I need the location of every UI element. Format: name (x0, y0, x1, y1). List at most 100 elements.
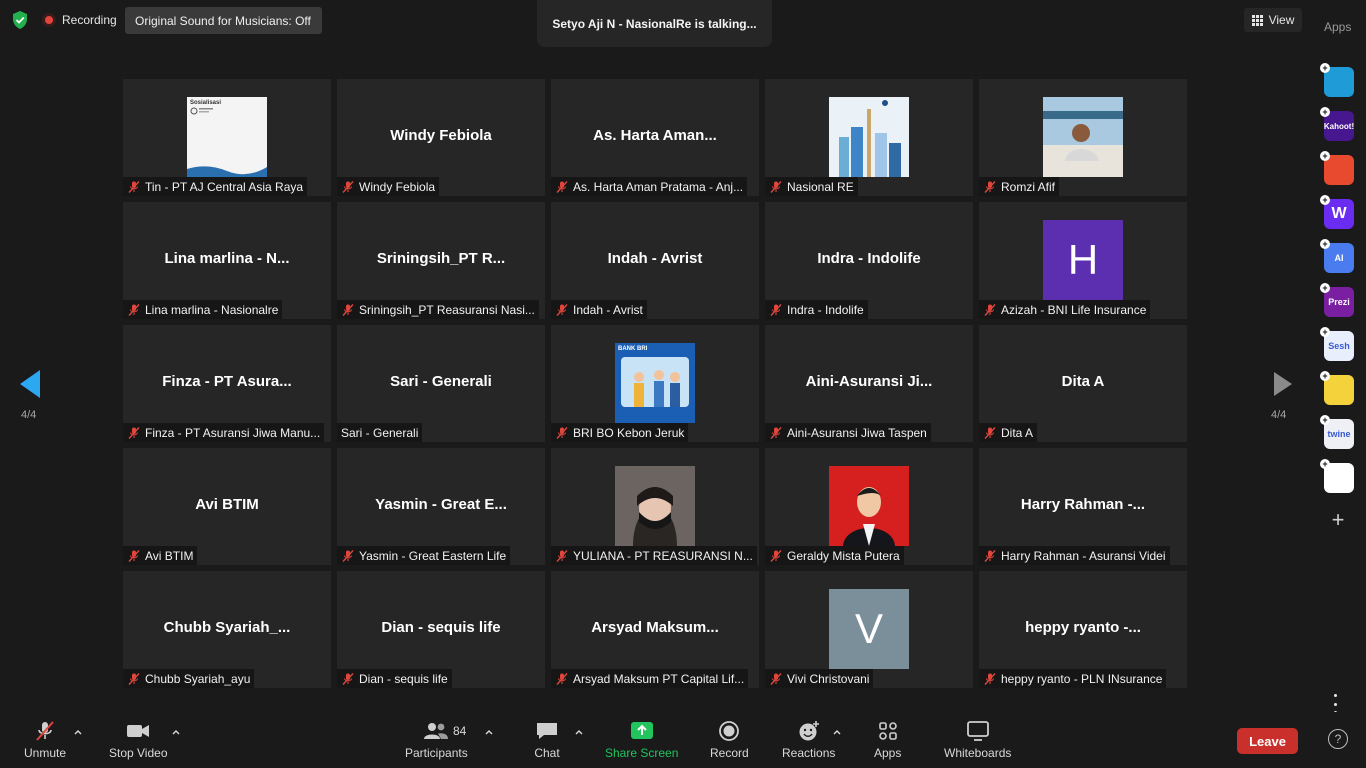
chat-label: Chat (534, 746, 560, 760)
participant-name-text: Vivi Christovani (787, 671, 870, 686)
participant-name-text: Indra - Indolife (787, 302, 864, 317)
chat-button[interactable]: Chat (534, 716, 560, 760)
apps-button[interactable]: Apps (874, 716, 901, 760)
avatar: V (829, 589, 909, 669)
previous-page-arrow-icon[interactable] (12, 364, 52, 404)
participant-name-label: Geraldy Mista Putera (765, 546, 904, 565)
participant-tile[interactable]: Sriningsih_PT R... Sriningsih_PT Reasuran… (337, 202, 545, 319)
participant-tile[interactable]: Romzi Afif (979, 79, 1187, 196)
record-button[interactable]: Record (710, 716, 749, 760)
prezi-app-icon[interactable]: + Prezi (1320, 283, 1354, 317)
add-badge-icon: + (1320, 107, 1330, 117)
audio-options-caret-icon[interactable] (73, 727, 83, 737)
image-caption: Sosialisasi (190, 100, 222, 106)
microphone-muted-icon (984, 672, 996, 685)
reactions-button[interactable]: Reactions (782, 716, 835, 760)
participant-tile[interactable]: BANK BRI BRI BO Kebon Jeruk (551, 325, 759, 442)
participant-name-text: YULIANA - PT REASURANSI N... (573, 548, 753, 563)
participant-name-label: Dita A (979, 423, 1038, 442)
participant-tile[interactable]: Nasional RE (765, 79, 973, 196)
microphone-muted-icon (342, 672, 354, 685)
participant-display-name: Indah - Avrist (607, 250, 703, 267)
recording-indicator[interactable]: Recording (42, 10, 117, 30)
participant-display-name: Indra - Indolife (817, 250, 921, 267)
participant-name-text: Dita A (1001, 425, 1034, 440)
leave-button[interactable]: Leave (1237, 728, 1298, 754)
whiteboards-button[interactable]: Whiteboards (944, 716, 1011, 760)
participants-options-caret-icon[interactable] (484, 727, 494, 737)
security-shield-icon[interactable] (10, 10, 30, 30)
wooclap-app-icon[interactable]: + W (1320, 195, 1354, 229)
participant-tile[interactable]: Harry Rahman -... Harry Rahman - Asuransi… (979, 448, 1187, 565)
microphone-muted-icon (556, 180, 568, 193)
participants-icon (424, 723, 449, 739)
participant-tile[interactable]: Chubb Syariah_... Chubb Syariah_ayu (123, 571, 331, 688)
participant-tile[interactable]: Yasmin - Great E... Yasmin - Great Easter… (337, 448, 545, 565)
participant-tile[interactable]: Indra - Indolife Indra - Indolife (765, 202, 973, 319)
stop-video-button[interactable]: Stop Video (109, 716, 168, 760)
microphone-muted-icon (128, 549, 140, 562)
mosaic-app-icon[interactable]: + (1320, 459, 1354, 493)
original-sound-toggle[interactable]: Original Sound for Musicians: Off (125, 7, 322, 34)
apps-rail-label: Apps (1324, 20, 1352, 34)
participant-name-label: Sari - Generali (337, 423, 423, 442)
more-options-icon[interactable] (1332, 694, 1338, 714)
profile-photo (1043, 97, 1123, 177)
participant-name-text: Lina marlina - Nasionalre (145, 302, 279, 317)
add-badge-icon: + (1320, 63, 1330, 73)
participant-tile[interactable]: H Azizah - BNI Life Insurance (979, 202, 1187, 319)
participant-name-text: Finza - PT Asuransi Jiwa Manu... (145, 425, 321, 440)
chat-options-caret-icon[interactable] (574, 727, 584, 737)
participant-name-text: Aini-Asuransi Jiwa Taspen (787, 425, 927, 440)
microphone-muted-icon (770, 672, 782, 685)
avatar: H (1043, 220, 1123, 300)
unmute-button[interactable]: Unmute (24, 716, 66, 760)
participants-button[interactable]: Participants (405, 716, 468, 760)
participant-name-text: Geraldy Mista Putera (787, 548, 900, 563)
participant-name-label: Arsyad Maksum PT Capital Lif... (551, 669, 749, 688)
participant-name-text: Azizah - BNI Life Insurance (1001, 302, 1147, 317)
participant-tile[interactable]: As. Harta Aman... As. Harta Aman Pratama … (551, 79, 759, 196)
participant-name-text: heppy ryanto - PLN INsurance (1001, 671, 1163, 686)
participants-count: 84 (453, 724, 467, 738)
participant-tile[interactable]: Aini-Asuransi Ji... Aini-Asuransi Jiwa Ta… (765, 325, 973, 442)
participant-tile[interactable]: Lina marlina - N... Lina marlina - Nasion… (123, 202, 331, 319)
participant-name-text: Yasmin - Great Eastern Life (359, 548, 507, 563)
emoji-app-icon[interactable]: + (1320, 371, 1354, 405)
arrow-app-icon[interactable]: + (1320, 63, 1354, 97)
participant-name-text: Tin - PT AJ Central Asia Raya (145, 179, 304, 194)
participant-tile[interactable]: Dian - sequis life Dian - sequis life (337, 571, 545, 688)
participant-tile[interactable]: heppy ryanto -... heppy ryanto - PLN INsu… (979, 571, 1187, 688)
participant-tile[interactable]: Sosialisasi Tin - PT AJ Central Asia Raya (123, 79, 331, 196)
participant-tile[interactable]: Avi BTIM Avi BTIM (123, 448, 331, 565)
participant-tile[interactable]: Geraldy Mista Putera (765, 448, 973, 565)
microphone-muted-icon (984, 549, 996, 562)
reactions-options-caret-icon[interactable] (832, 727, 842, 737)
participant-tile[interactable]: Finza - PT Asura... Finza - PT Asuransi J… (123, 325, 331, 442)
participant-tile[interactable]: Windy Febiola Windy Febiola (337, 79, 545, 196)
add-app-icon[interactable]: + (1327, 509, 1349, 531)
ai-app-icon[interactable]: + AI (1320, 239, 1354, 273)
reactions-label: Reactions (782, 746, 836, 760)
participant-name-label: Romzi Afif (979, 177, 1060, 196)
participant-tile[interactable]: Dita A Dita A (979, 325, 1187, 442)
view-button[interactable]: View (1244, 8, 1302, 32)
participant-tile[interactable]: YULIANA - PT REASURANSI N... (551, 448, 759, 565)
next-page-arrow-icon[interactable] (1262, 364, 1302, 404)
sesh-app-icon[interactable]: + Sesh (1320, 327, 1354, 361)
add-badge-icon: + (1320, 195, 1330, 205)
participant-tile[interactable]: V Vivi Christovani (765, 571, 973, 688)
video-options-caret-icon[interactable] (171, 727, 181, 737)
kahoot-app-icon[interactable]: + Kahoot! (1320, 107, 1354, 141)
participant-tile[interactable]: Arsyad Maksum... Arsyad Maksum PT Capital… (551, 571, 759, 688)
help-icon[interactable]: ? (1328, 729, 1348, 749)
microphone-muted-icon (770, 549, 782, 562)
participant-tile[interactable]: Sari - Generali Sari - Generali (337, 325, 545, 442)
recording-dot-icon (42, 13, 56, 27)
twine-app-icon[interactable]: + twine (1320, 415, 1354, 449)
participant-tile[interactable]: Indah - Avrist Indah - Avrist (551, 202, 759, 319)
participant-name-text: Arsyad Maksum PT Capital Lif... (573, 671, 745, 686)
add-badge-icon: + (1320, 415, 1330, 425)
red-app-icon[interactable]: + (1320, 151, 1354, 185)
share-screen-button[interactable]: Share Screen (605, 716, 678, 760)
